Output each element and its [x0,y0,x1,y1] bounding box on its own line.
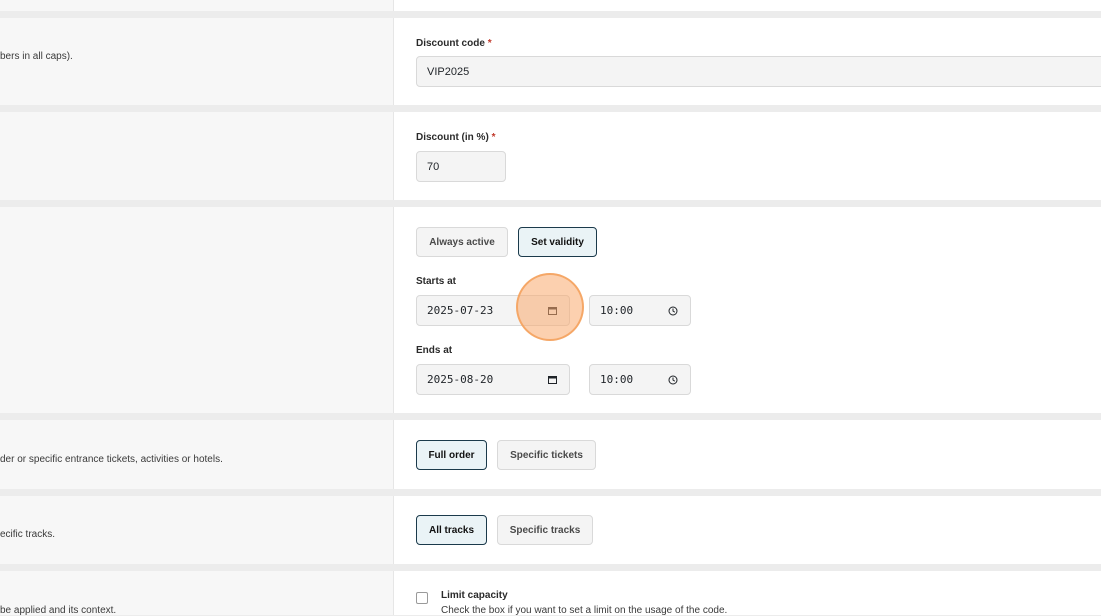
capacity-description: be applied and its context. [0,605,117,616]
capacity-section: be applied and its context. Limit capaci… [0,571,1101,616]
scope-section: der or specific entrance tickets, activi… [0,420,1101,489]
discount-percent-label: Discount (in %) * [416,132,496,143]
limit-capacity-checkbox[interactable] [416,592,428,604]
scope-description: der or specific entrance tickets, activi… [0,454,223,465]
ends-time-input[interactable]: 10:00 [589,364,691,395]
set-validity-button[interactable]: Set validity [518,227,597,257]
calendar-icon[interactable] [548,375,557,384]
discount-code-field-panel: Discount code * VIP2025 [394,18,1101,105]
click-indicator [516,273,584,341]
tracks-description-panel: ecific tracks. [0,496,394,564]
specific-tracks-button[interactable]: Specific tracks [497,515,593,545]
capacity-description-panel: be applied and its context. [0,571,394,616]
tracks-description: ecific tracks. [0,529,56,540]
discount-code-input[interactable]: VIP2025 [416,56,1101,87]
required-marker: * [487,38,492,49]
top-row [0,0,1101,11]
required-marker: * [491,132,496,143]
limit-capacity-help: Check the box if you want to set a limit… [441,605,728,616]
full-order-button[interactable]: Full order [416,440,487,470]
discount-code-section: bers in all caps). Discount code * VIP20… [0,18,1101,105]
discount-code-description-panel: bers in all caps). [0,18,394,105]
starts-time-input[interactable]: 10:00 [589,295,691,326]
discount-percent-section: Discount (in %) * 70 [0,112,1101,200]
validity-description-panel [0,207,394,413]
clock-icon[interactable] [668,306,678,316]
top-row-left [0,0,394,11]
ends-at-label: Ends at [416,345,453,356]
scope-description-panel: der or specific entrance tickets, activi… [0,420,394,489]
all-tracks-button[interactable]: All tracks [416,515,487,545]
limit-capacity-label[interactable]: Limit capacity [441,590,508,601]
discount-percent-field-panel: Discount (in %) * 70 [394,112,1101,200]
top-row-right [394,0,1101,11]
capacity-field-panel: Limit capacity Check the box if you want… [394,571,1101,616]
always-active-button[interactable]: Always active [416,227,508,257]
validity-field-panel: Always active Set validity Starts at 202… [394,207,1101,413]
discount-percent-description-panel [0,112,394,200]
scope-field-panel: Full order Specific tickets [394,420,1101,489]
discount-code-label: Discount code * [416,38,492,49]
discount-code-description: bers in all caps). [0,51,73,62]
specific-tickets-button[interactable]: Specific tickets [497,440,596,470]
discount-percent-input[interactable]: 70 [416,151,506,182]
clock-icon[interactable] [668,375,678,385]
starts-at-label: Starts at [416,276,457,287]
ends-date-input[interactable]: 2025-08-20 [416,364,570,395]
tracks-field-panel: All tracks Specific tracks [394,496,1101,564]
tracks-section: ecific tracks. All tracks Specific track… [0,496,1101,564]
